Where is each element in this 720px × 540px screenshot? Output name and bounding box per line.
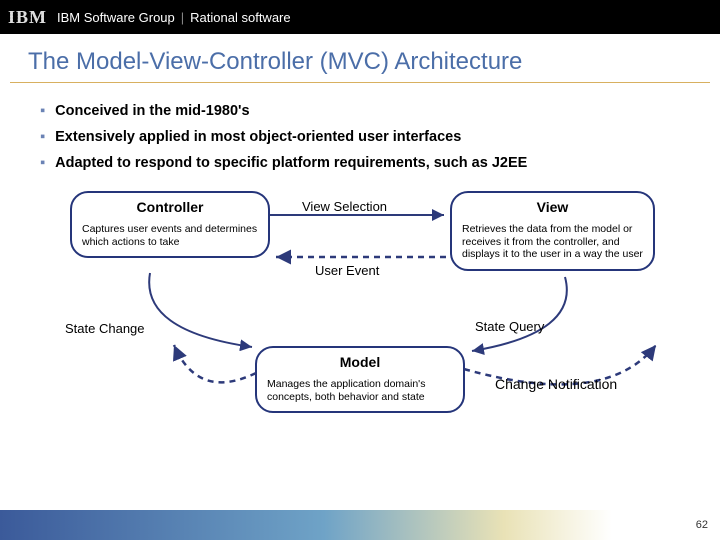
arrow-state-change <box>144 271 264 351</box>
slide-title: The Model-View-Controller (MVC) Architec… <box>10 34 710 83</box>
node-title: View <box>462 199 643 215</box>
node-title: Model <box>267 354 453 370</box>
bullet-item: Extensively applied in most object-orien… <box>40 129 680 145</box>
node-controller: Controller Captures user events and dete… <box>70 191 270 258</box>
node-desc: Retrieves the data from the model or rec… <box>462 223 643 261</box>
label-user-event: User Event <box>315 263 379 278</box>
header-product: Rational software <box>190 10 290 25</box>
slide: IBM IBM Software Group | Rational softwa… <box>0 0 720 540</box>
ibm-logo: IBM <box>8 7 47 28</box>
label-view-selection: View Selection <box>302 199 387 214</box>
arrow-change-notification-left <box>168 341 268 411</box>
label-change-notification: Change Notification <box>495 376 617 392</box>
label-state-query: State Query <box>475 319 544 334</box>
node-title: Controller <box>82 199 258 215</box>
bullet-item: Adapted to respond to specific platform … <box>40 155 680 171</box>
bullet-list: Conceived in the mid-1980's Extensively … <box>0 83 720 191</box>
node-desc: Manages the application domain's concept… <box>267 378 453 403</box>
bullet-item: Conceived in the mid-1980's <box>40 103 680 119</box>
label-state-change: State Change <box>65 321 145 336</box>
header-group: IBM Software Group <box>57 10 175 25</box>
mvc-diagram: Controller Captures user events and dete… <box>0 191 720 451</box>
slide-number: 62 <box>696 519 708 531</box>
node-view: View Retrieves the data from the model o… <box>450 191 655 271</box>
node-desc: Captures user events and determines whic… <box>82 223 258 248</box>
node-model: Model Manages the application domain's c… <box>255 346 465 413</box>
header-separator: | <box>181 10 184 25</box>
header-bar: IBM IBM Software Group | Rational softwa… <box>0 0 720 34</box>
footer-bar: 62 <box>0 510 720 540</box>
